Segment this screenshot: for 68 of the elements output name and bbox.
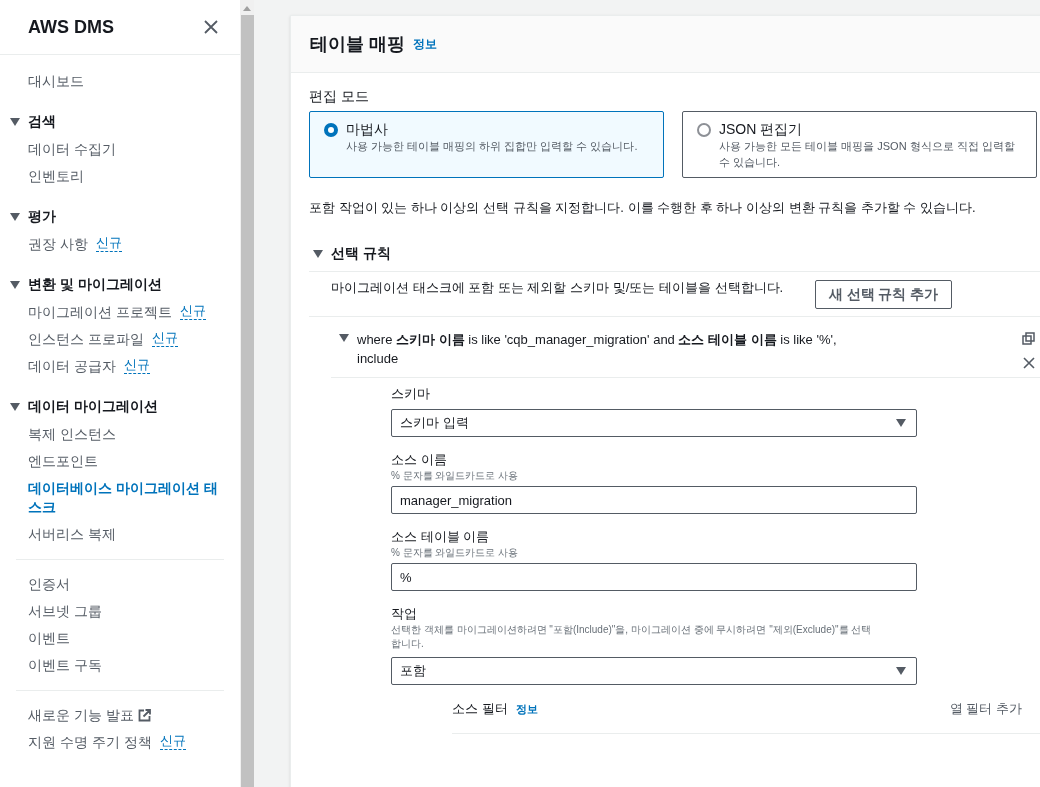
input-field[interactable]: % xyxy=(391,563,917,591)
expand-caret-icon[interactable] xyxy=(339,334,349,342)
new-badge: 신규 xyxy=(151,330,178,347)
copy-icon[interactable] xyxy=(1022,332,1035,345)
nav-link[interactable]: 복제 인스턴스 xyxy=(28,425,116,444)
nav-link[interactable]: 데이터 수집기 xyxy=(28,140,116,159)
panel-title: 테이블 매핑 xyxy=(310,32,405,56)
option-description: 사용 가능한 테이블 매핑의 하위 집합만 입력할 수 있습니다. xyxy=(346,139,638,154)
nav-link[interactable]: 새로운 기능 발표 xyxy=(28,706,134,725)
nav-link[interactable]: 마이그레이션 프로젝트 xyxy=(28,303,172,322)
field-label: 작업 xyxy=(391,605,418,623)
section-heading[interactable]: 변환 및 마이그레이션 xyxy=(28,274,162,295)
nav-link[interactable]: 대시보드 xyxy=(28,72,84,91)
field-label: 스키마 xyxy=(391,385,431,403)
option-label: JSON 편집기 xyxy=(719,120,804,138)
section-description: 마이그레이션 태스크에 포함 또는 제외할 스키마 및/또는 테이블을 선택합니다. xyxy=(331,280,785,296)
nav-link[interactable]: 데이터베이스 마이그레이션 태스크 xyxy=(28,479,220,517)
nav-link[interactable]: 인벤토리 xyxy=(28,167,84,186)
nav-link[interactable]: 데이터 공급자 xyxy=(28,357,116,376)
nav-link[interactable]: 서버리스 복제 xyxy=(28,525,116,544)
option-description: 사용 가능한 모든 테이블 매핑을 JSON 형식으로 직접 입력할 수 있습니다. xyxy=(719,139,1016,170)
close-icon[interactable] xyxy=(1022,357,1035,369)
option-label: 마법사 xyxy=(346,120,389,138)
new-badge: 신규 xyxy=(159,733,186,750)
dropdown-caret-icon[interactable] xyxy=(896,667,906,675)
new-badge: 신규 xyxy=(95,235,122,252)
radio-button[interactable] xyxy=(324,123,338,137)
expand-caret-icon[interactable] xyxy=(313,249,323,258)
add-rule-button[interactable]: 새 선택 규칙 추가 xyxy=(815,280,952,309)
expand-caret-icon[interactable] xyxy=(10,280,20,289)
nav-link[interactable]: 엔드포인트 xyxy=(28,452,98,471)
nav-link[interactable]: 인증서 xyxy=(28,575,70,594)
section-heading[interactable]: 검색 xyxy=(28,111,56,132)
new-badge: 신규 xyxy=(123,357,150,374)
mode-tile[interactable]: 마법사 사용 가능한 테이블 매핑의 하위 집합만 입력할 수 있습니다. xyxy=(309,111,664,178)
field-label: 소스 테이블 이름 xyxy=(391,528,491,546)
section-heading[interactable]: 선택 규칙 xyxy=(331,243,391,264)
field-label: 편집 모드 xyxy=(309,87,370,105)
field-label: 소스 이름 xyxy=(391,451,448,469)
add-column-filter-button[interactable]: 열 필터 추가 xyxy=(949,699,1022,719)
close-icon[interactable] xyxy=(204,20,218,34)
expand-caret-icon[interactable] xyxy=(10,402,20,411)
input-field[interactable]: manager_migration xyxy=(391,486,917,514)
rule-summary[interactable]: where 스키마 이름 is like 'cqb_manager_migration' and 소스 테이블 이름 is like '%', include xyxy=(357,330,837,368)
mode-tile[interactable]: JSON 편집기 사용 가능한 모든 테이블 매핑을 JSON 형식으로 직접 입력할 수 있습니다. xyxy=(682,111,1037,178)
intro-text: 포함 작업이 있는 하나 이상의 선택 규칙을 지정합니다. 이를 수행한 후 하나 이상의 변환 규칙을 추가할 수 있습니다. xyxy=(309,199,977,217)
field-hint: % 문자를 와일드카드로 사용 xyxy=(391,546,520,560)
filter-heading: 소스 필터 xyxy=(452,700,508,718)
radio-button[interactable] xyxy=(697,123,711,137)
nav-link[interactable]: 지원 수명 주기 정책 xyxy=(28,733,152,752)
nav-link[interactable]: 인스턴스 프로파일 xyxy=(28,330,144,349)
nav-link[interactable]: 서브넷 그룹 xyxy=(28,602,102,621)
info-link[interactable]: 정보 xyxy=(515,700,538,717)
sidebar-title: AWS DMS xyxy=(28,15,114,39)
section-heading[interactable]: 데이터 마이그레이션 xyxy=(28,396,158,417)
expand-caret-icon[interactable] xyxy=(10,117,20,126)
nav-link[interactable]: 권장 사항 xyxy=(28,235,88,254)
dropdown-caret-icon[interactable] xyxy=(896,419,906,427)
section-heading[interactable]: 평가 xyxy=(28,206,56,227)
nav-link[interactable]: 이벤트 xyxy=(28,629,70,648)
select-dropdown[interactable]: 포함 xyxy=(391,657,917,685)
info-link[interactable]: 정보 xyxy=(413,35,437,53)
expand-caret-icon[interactable] xyxy=(10,212,20,221)
nav-link[interactable]: 이벤트 구독 xyxy=(28,656,102,675)
field-hint: % 문자를 와일드카드로 사용 xyxy=(391,469,520,483)
new-badge: 신규 xyxy=(179,303,206,320)
field-hint: 선택한 객체를 마이그레이션하려면 "포함(Include)"을, 마이그레이션 중에 무시하려면 "제외(Exclude)"를 선택합니다. xyxy=(391,623,873,651)
select-dropdown[interactable]: 스키마 입력 xyxy=(391,409,917,437)
